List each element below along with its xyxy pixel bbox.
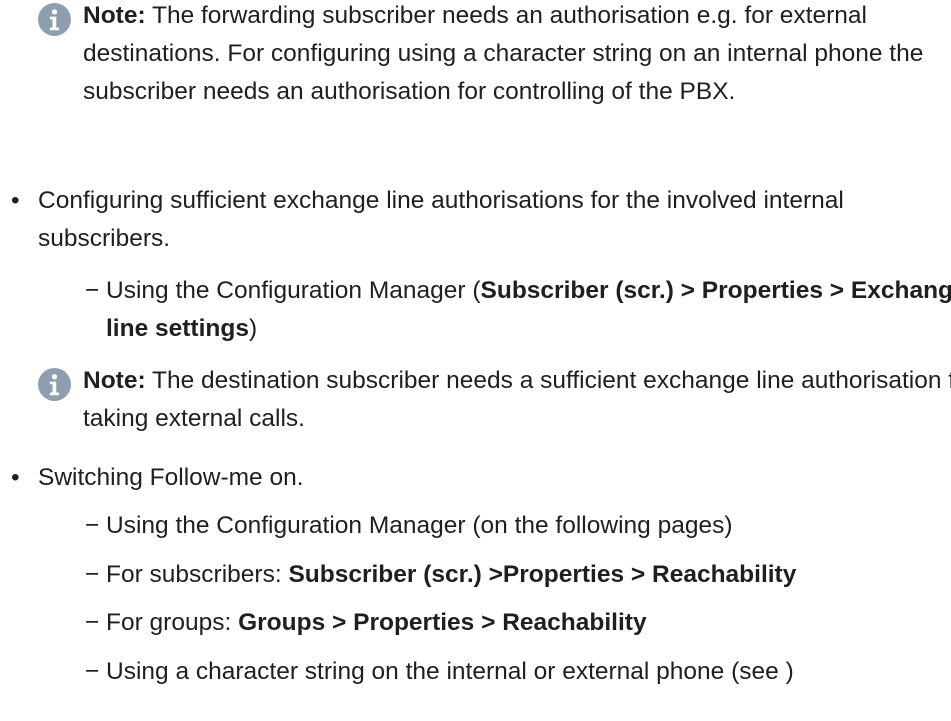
list-item-text: Switching Follow-me on. — [38, 464, 304, 491]
list-item-follow-me: • Switching Follow-me on. — [0, 459, 951, 497]
dash-mark: − — [85, 512, 100, 539]
list-item-text: Configuring sufficient exchange line aut… — [38, 187, 844, 252]
note-text: Note: The forwarding subscriber needs an… — [83, 2, 923, 105]
sublist-item-config-manager-exchange: − Using the Configuration Manager (Subsc… — [48, 272, 951, 348]
dash-mark: − — [85, 658, 100, 685]
note-block-authorisation: Note: The forwarding subscriber needs an… — [38, 0, 951, 111]
sublist-item-character-string: − Using a character string on the intern… — [48, 653, 951, 691]
note-body: The forwarding subscriber needs an autho… — [83, 2, 924, 105]
sublist-item-prefix: For groups: — [106, 609, 239, 636]
info-icon — [38, 3, 71, 36]
menu-path: Subscriber (scr.) >Properties > Reachabi… — [288, 561, 797, 588]
note-block-destination: Note: The destination subscriber needs a… — [38, 362, 951, 438]
note-text: Note: The destination subscriber needs a… — [83, 367, 951, 432]
sublist-item-text: For groups: Groups > Properties > Reacha… — [106, 609, 647, 636]
sublist-item-text: For subscribers: Subscriber (scr.) >Prop… — [106, 561, 796, 588]
document-page: Note: The forwarding subscriber needs an… — [0, 0, 951, 721]
bullet-mark: • — [11, 464, 20, 491]
dash-mark: − — [85, 277, 100, 304]
list-item-exchange-line: • Configuring sufficient exchange line a… — [0, 182, 951, 258]
dash-mark: − — [85, 609, 100, 636]
note-body: The destination subscriber needs a suffi… — [83, 367, 951, 432]
sublist-item-config-manager: − Using the Configuration Manager (on th… — [48, 507, 951, 545]
sublist-item-text: Using the Configuration Manager (Subscri… — [106, 277, 951, 342]
sublist-item-text: Using a character string on the internal… — [106, 658, 794, 685]
menu-path: Groups > Properties > Reachability — [238, 609, 647, 636]
sublist-item-subscribers: − For subscribers: Subscriber (scr.) >Pr… — [48, 556, 951, 594]
dash-mark: − — [85, 561, 100, 588]
note-label: Note: — [83, 2, 146, 29]
bullet-mark: • — [11, 187, 20, 214]
note-label: Note: — [83, 367, 146, 394]
sublist-item-prefix: Using the Configuration Manager ( — [106, 277, 481, 304]
sublist-item-groups: − For groups: Groups > Properties > Reac… — [48, 604, 951, 642]
sublist-item-suffix: ) — [248, 315, 258, 342]
sublist-item-prefix: For subscribers: — [106, 561, 289, 588]
sublist-item-text: Using the Configuration Manager (on the … — [106, 512, 733, 539]
info-icon — [38, 368, 71, 401]
